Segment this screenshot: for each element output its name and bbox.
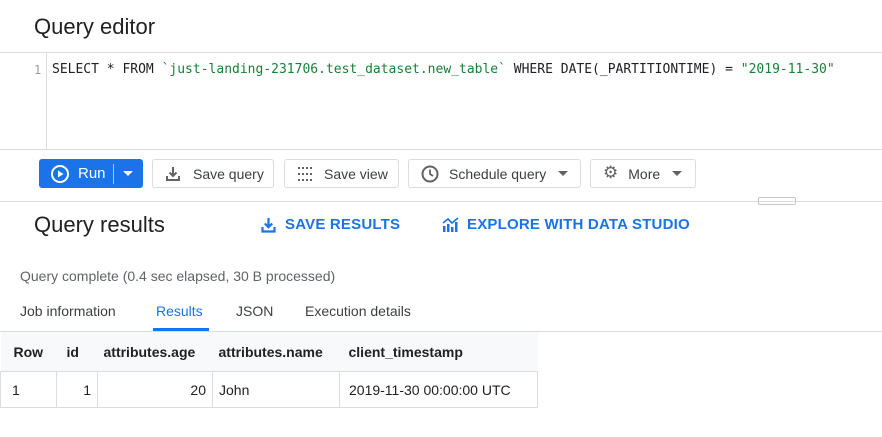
sql-date-value: "2019-11-30" <box>740 62 835 77</box>
column-header-row: Row <box>0 332 57 372</box>
schedule-query-label: Schedule query <box>449 165 547 182</box>
save-query-label: Save query <box>193 165 264 182</box>
table-row: 1 1 20 John 2019-11-30 00:00:00 UTC <box>0 371 538 408</box>
save-query-button[interactable]: Save query <box>152 159 274 188</box>
column-header-attributes-name: attributes.name <box>212 332 340 372</box>
view-grid-icon <box>298 166 314 181</box>
cell-attributes-age: 20 <box>97 371 213 408</box>
sql-table-reference: `just-landing-231706.test_dataset.new_ta… <box>161 62 506 77</box>
cell-client-timestamp: 2019-11-30 00:00:00 UTC <box>339 371 538 408</box>
save-results-label: SAVE RESULTS <box>285 216 401 233</box>
query-results-title: Query results <box>34 212 165 237</box>
sql-keyword-select: SELECT * FROM <box>52 62 162 77</box>
sql-editor[interactable]: 1 SELECT * FROM `just-landing-231706.tes… <box>0 52 882 150</box>
query-status-text: Query complete (0.4 sec elapsed, 30 B pr… <box>20 268 336 284</box>
more-button[interactable]: ⚙ More <box>590 159 696 188</box>
run-options-chevron-icon[interactable] <box>123 171 133 176</box>
run-split-divider <box>113 164 114 184</box>
clock-icon <box>421 165 439 183</box>
save-results-button[interactable]: SAVE RESULTS <box>261 216 400 233</box>
query-editor-title: Query editor <box>34 14 156 39</box>
tab-json[interactable]: JSON <box>236 303 273 319</box>
schedule-query-button[interactable]: Schedule query <box>408 159 581 188</box>
play-icon <box>51 164 69 183</box>
explore-data-studio-button[interactable]: EXPLORE WITH DATA STUDIO <box>442 216 690 233</box>
panel-divider <box>0 201 882 202</box>
save-icon <box>165 166 181 182</box>
cell-attributes-name: John <box>212 371 340 408</box>
run-button[interactable]: Run <box>39 159 143 188</box>
panel-resize-handle[interactable] <box>758 197 796 205</box>
data-studio-icon <box>442 216 459 233</box>
more-label: More <box>628 165 661 182</box>
chevron-down-icon <box>558 171 569 176</box>
save-view-button[interactable]: Save view <box>284 159 399 188</box>
cell-id: 1 <box>56 371 98 408</box>
results-table: Row id attributes.age attributes.name cl… <box>0 332 538 408</box>
run-label: Run <box>78 165 106 182</box>
download-icon <box>261 217 276 233</box>
column-header-id: id <box>56 332 98 372</box>
gear-icon: ⚙ <box>603 163 619 183</box>
sql-code-line[interactable]: SELECT * FROM `just-landing-231706.test_… <box>52 62 835 77</box>
tab-execution-details[interactable]: Execution details <box>305 303 411 319</box>
line-number: 1 <box>34 63 42 77</box>
save-view-label: Save view <box>324 165 388 182</box>
tab-results[interactable]: Results <box>156 303 203 319</box>
cell-row-number: 1 <box>0 371 57 408</box>
chevron-down-icon <box>672 171 683 176</box>
table-header-row: Row id attributes.age attributes.name cl… <box>0 332 538 372</box>
column-header-attributes-age: attributes.age <box>97 332 213 372</box>
column-header-client-timestamp: client_timestamp <box>339 332 538 372</box>
explore-label: EXPLORE WITH DATA STUDIO <box>467 216 690 233</box>
sql-where-clause: WHERE DATE(_PARTITIONTIME) = <box>505 62 741 77</box>
tab-job-information[interactable]: Job information <box>20 303 116 319</box>
